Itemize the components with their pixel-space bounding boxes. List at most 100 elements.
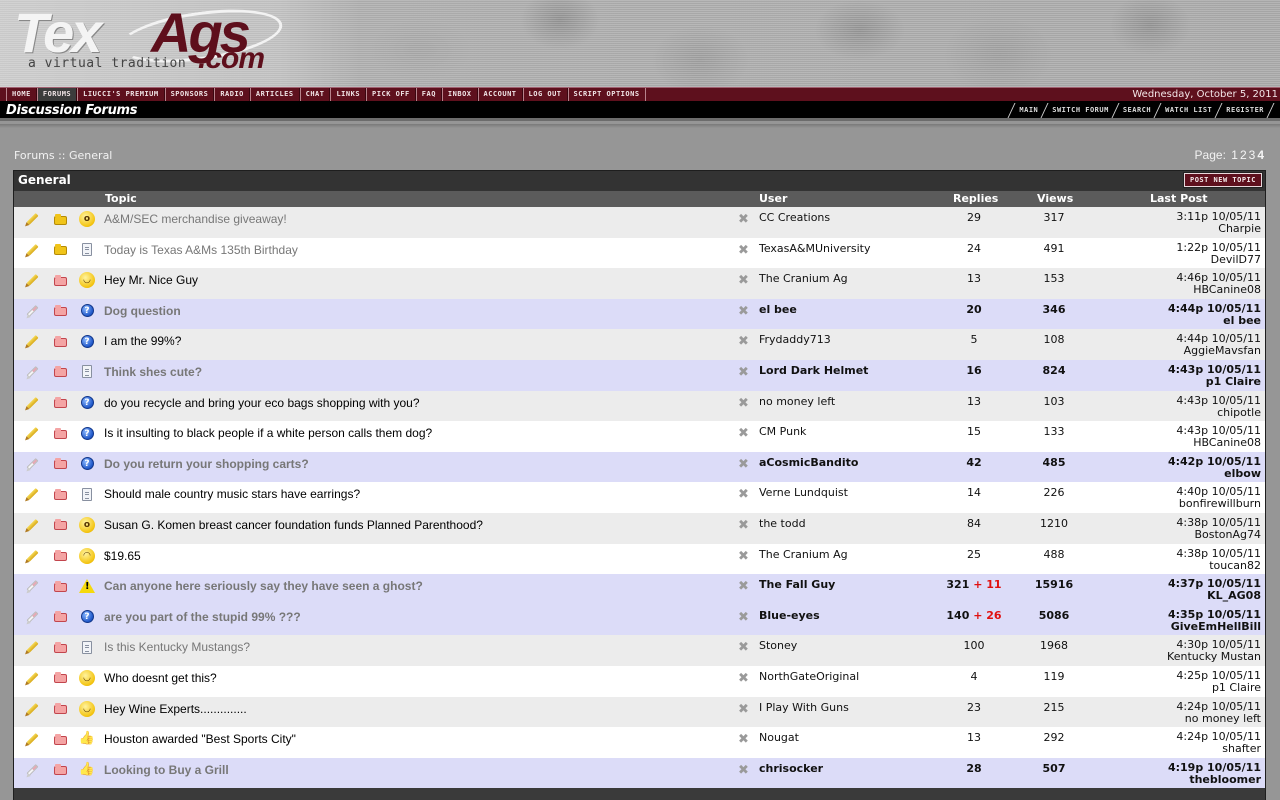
topic-author[interactable]: Nougat (759, 731, 799, 744)
topic-link[interactable]: Hey Wine Experts.............. (104, 702, 247, 716)
ignore-x-icon[interactable]: ✖ (738, 580, 750, 593)
column-header-last-post[interactable]: Last Post (1150, 192, 1208, 205)
topic-author[interactable]: I Play With Guns (759, 701, 849, 714)
pencil-icon[interactable] (24, 272, 40, 288)
last-post-user[interactable]: DevilD77 (1176, 253, 1261, 266)
ignore-x-icon[interactable]: ✖ (738, 488, 750, 501)
topic-link[interactable]: Is it insulting to black people if a whi… (104, 426, 432, 440)
ignore-x-icon[interactable]: ✖ (738, 519, 750, 532)
topic-link[interactable]: Susan G. Komen breast cancer foundation … (104, 518, 483, 532)
column-header-user[interactable]: User (759, 192, 787, 205)
nav-item-forums[interactable]: FORUMS (36, 88, 78, 101)
nav-item-inbox[interactable]: INBOX (441, 88, 478, 101)
topic-link[interactable]: I am the 99%? (104, 334, 181, 348)
last-post-user[interactable]: BostonAg74 (1176, 528, 1261, 541)
topic-link[interactable]: Hey Mr. Nice Guy (104, 273, 198, 287)
nav-item-links[interactable]: LINKS (330, 88, 367, 101)
subnav-switch-forum[interactable]: SWITCH FORUM (1044, 103, 1115, 118)
ignore-x-icon[interactable]: ✖ (738, 703, 750, 716)
topic-link[interactable]: A&M/SEC merchandise giveaway! (104, 212, 287, 226)
pencil-icon[interactable] (24, 425, 40, 441)
last-post-user[interactable]: GiveEmHellBill (1168, 620, 1261, 633)
ignore-x-icon[interactable]: ✖ (738, 427, 750, 440)
topic-author[interactable]: Stoney (759, 639, 797, 652)
last-post-time[interactable]: 4:42p 10/05/11 (1168, 455, 1261, 468)
pencil-icon[interactable] (24, 211, 40, 227)
last-post-time[interactable]: 1:22p 10/05/11 (1176, 241, 1261, 254)
breadcrumb-current[interactable]: General (69, 149, 112, 162)
nav-item-articles[interactable]: ARTICLES (249, 88, 300, 101)
ignore-x-icon[interactable]: ✖ (738, 305, 750, 318)
column-header-topic[interactable]: Topic (105, 192, 137, 205)
topic-link[interactable]: Houston awarded "Best Sports City" (104, 732, 296, 746)
nav-item-chat[interactable]: CHAT (299, 88, 331, 101)
topic-author[interactable]: Verne Lundquist (759, 486, 848, 499)
pencil-icon[interactable] (24, 486, 40, 502)
last-post-time[interactable]: 4:24p 10/05/11 (1176, 700, 1261, 713)
last-post-user[interactable]: p1 Claire (1168, 375, 1261, 388)
topic-author[interactable]: Blue-eyes (759, 609, 820, 622)
last-post-user[interactable]: Charpie (1176, 223, 1261, 235)
nav-item-radio[interactable]: RADIO (214, 88, 250, 101)
topic-author[interactable]: Lord Dark Helmet (759, 364, 868, 377)
last-post-user[interactable]: el bee (1168, 314, 1261, 327)
page-link-4[interactable]: 4 (1257, 148, 1264, 162)
pencil-icon[interactable] (24, 242, 40, 258)
page-link-2[interactable]: 2 (1240, 148, 1247, 162)
pencil-icon[interactable] (24, 517, 40, 533)
nav-item-script-options[interactable]: SCRIPT OPTIONS (567, 88, 646, 101)
page-link-1[interactable]: 1 (1231, 148, 1238, 162)
topic-link[interactable]: Today is Texas A&Ms 135th Birthday (104, 243, 298, 257)
eraser-icon[interactable] (24, 303, 40, 319)
topic-link[interactable]: are you part of the stupid 99% ??? (104, 610, 301, 624)
pencil-icon[interactable] (24, 395, 40, 411)
last-post-user[interactable]: no money left (1176, 712, 1261, 725)
ignore-x-icon[interactable]: ✖ (738, 397, 750, 410)
subnav-watch-list[interactable]: WATCH LIST (1157, 103, 1218, 118)
last-post-time[interactable]: 4:38p 10/05/11 (1176, 547, 1261, 560)
subnav-search[interactable]: SEARCH (1115, 103, 1157, 118)
ignore-x-icon[interactable]: ✖ (738, 458, 750, 471)
nav-item-faq[interactable]: FAQ (415, 88, 442, 101)
nav-item-home[interactable]: HOME (6, 88, 37, 101)
last-post-user[interactable]: bonfirewillburn (1176, 498, 1261, 510)
last-post-user[interactable]: shafter (1176, 743, 1261, 755)
topic-author[interactable]: NorthGateOriginal (759, 670, 859, 683)
ignore-x-icon[interactable]: ✖ (738, 366, 750, 379)
texags-logo[interactable]: Tex Ags a virtual tradition .com (8, 0, 293, 84)
eraser-icon[interactable] (24, 578, 40, 594)
topic-author[interactable]: the todd (759, 517, 806, 530)
column-header-replies[interactable]: Replies (953, 192, 998, 205)
ignore-x-icon[interactable]: ✖ (738, 611, 750, 624)
topic-author[interactable]: The Fall Guy (759, 578, 835, 591)
topic-link[interactable]: do you recycle and bring your eco bags s… (104, 396, 420, 410)
topic-link[interactable]: Do you return your shopping carts? (104, 457, 309, 471)
eraser-icon[interactable] (24, 762, 40, 778)
pencil-icon[interactable] (24, 670, 40, 686)
ignore-x-icon[interactable]: ✖ (738, 550, 750, 563)
topic-link[interactable]: Who doesnt get this? (104, 671, 217, 685)
new-replies-count[interactable]: + 11 (973, 578, 1001, 591)
topic-author[interactable]: Frydaddy713 (759, 333, 831, 346)
ignore-x-icon[interactable]: ✖ (738, 274, 750, 287)
subnav-register[interactable]: REGISTER (1218, 103, 1270, 118)
last-post-time[interactable]: 4:44p 10/05/11 (1168, 302, 1261, 315)
page-link-3[interactable]: 3 (1249, 148, 1256, 162)
nav-item-pick-off[interactable]: PICK OFF (366, 88, 416, 101)
topic-author[interactable]: no money left (759, 395, 835, 408)
last-post-time[interactable]: 4:19p 10/05/11 (1168, 761, 1261, 774)
last-post-user[interactable]: thebloomer (1168, 773, 1261, 786)
last-post-user[interactable]: Kentucky Mustan (1167, 651, 1261, 663)
ignore-x-icon[interactable]: ✖ (738, 244, 750, 257)
ignore-x-icon[interactable]: ✖ (738, 672, 750, 685)
last-post-user[interactable]: AggieMavsfan (1176, 345, 1261, 357)
topic-link[interactable]: Looking to Buy a Grill (104, 763, 229, 777)
ignore-x-icon[interactable]: ✖ (738, 335, 750, 348)
topic-author[interactable]: el bee (759, 303, 797, 316)
last-post-user[interactable]: HBCanine08 (1176, 284, 1261, 296)
pencil-icon[interactable] (24, 548, 40, 564)
pencil-icon[interactable] (24, 639, 40, 655)
breadcrumb-forums-link[interactable]: Forums (14, 149, 55, 162)
new-replies-count[interactable]: + 26 (973, 609, 1001, 622)
eraser-icon[interactable] (24, 609, 40, 625)
